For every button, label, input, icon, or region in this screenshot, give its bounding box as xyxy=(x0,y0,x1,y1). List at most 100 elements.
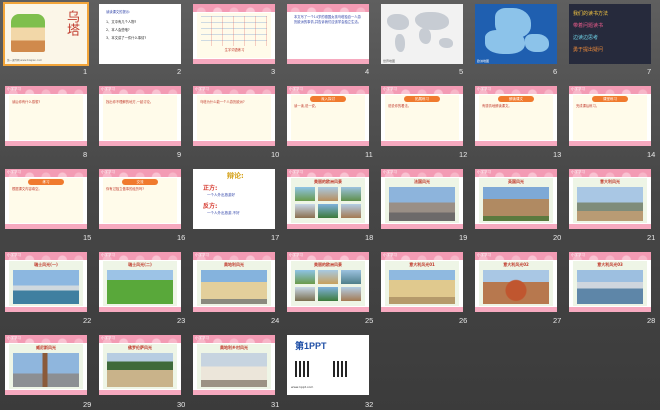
slide-thumbnail[interactable]: 小学学习 课堂练习 完成课后练习。 xyxy=(569,86,651,146)
slide-thumbnail[interactable]: 生字词语练习 xyxy=(193,4,275,64)
slide-tag: 小学学习 xyxy=(195,253,209,257)
landscape-photo xyxy=(483,187,549,221)
slide-number: 18 xyxy=(365,233,374,242)
slide-text: 说说你的看法。 xyxy=(388,104,412,108)
slide-thumbnail[interactable]: 第1PPT www.1ppt.com xyxy=(287,335,369,395)
slide-thumbnail[interactable]: 小学学习 奥地利乡村风光 xyxy=(193,335,275,395)
slide-number: 5 xyxy=(459,67,464,76)
slide-text: 找出你不理解的地方,一起讨论。 xyxy=(106,100,154,104)
slide-thumbnail[interactable]: 我们的读书方法 带着问题读书 边读边思考 勇于提出疑问 xyxy=(569,4,651,64)
slide-line: 带着问题读书 xyxy=(573,23,604,29)
slide-tag: 小学学习 xyxy=(101,253,115,257)
slide-line: 2、本人会些啥? xyxy=(106,28,130,32)
slide-number: 28 xyxy=(647,316,656,325)
slide-thumbnail[interactable]: 小学学习 奥地利风光 xyxy=(193,252,275,312)
landscape-photo xyxy=(577,270,643,304)
boy-illustration xyxy=(11,14,45,52)
slide-thumbnail[interactable]: 小学学习 瑞士风光(二) xyxy=(99,252,181,312)
slide-number: 4 xyxy=(365,67,370,76)
slide-thumbnail[interactable]: 小学学习 意大利风光 xyxy=(569,169,651,229)
slide-line: 我们的读书方法 xyxy=(573,11,609,17)
slide-tag: 小学学习 xyxy=(7,170,21,174)
slide-thumbnail[interactable]: 本文写了一个14岁的德国女孩乌塔独自一人游历欧洲的事情,并告诉我们应该学会独立生… xyxy=(287,4,369,64)
debate-heading: 辩论: xyxy=(227,172,244,180)
slide-button: 深入探讨 xyxy=(310,96,346,102)
slide-tag: 小学学习 xyxy=(289,170,303,174)
slide-button: 朗读课文 xyxy=(498,96,534,102)
slide-title: 意大利风光03 xyxy=(597,262,623,267)
slide-thumbnail[interactable]: 小学学习 读后你有什么感想? xyxy=(5,86,87,146)
slide-thumbnail[interactable]: 小学学习 乌塔为什么能一个人游历欧洲? xyxy=(193,86,275,146)
slide-number: 22 xyxy=(83,316,92,325)
slide-tag: 小学学习 xyxy=(289,87,303,91)
slide-thumbnail[interactable]: 小学学习 练习 根据课文内容填空。 xyxy=(5,169,87,229)
slide-number: 31 xyxy=(271,400,280,409)
slide-thumbnail[interactable]: 辩论: 正方: 一个人外出旅游好 反方: 一个人外出旅游,不好 xyxy=(193,169,275,229)
slide-tag: 小学学习 xyxy=(571,253,585,257)
slide-tag: 小学学习 xyxy=(195,87,209,91)
slide-thumbnail[interactable]: 小学学习 交流 你有过独立做事的经历吗? xyxy=(99,169,181,229)
slide-thumbnail[interactable]: 小学学习 威尼斯风光 xyxy=(5,335,87,395)
slide-number: 3 xyxy=(271,67,276,76)
slide-line: 勇于提出疑问 xyxy=(573,47,604,53)
slide-thumbnail[interactable]: 小学学习 美丽的欧洲风景 xyxy=(287,169,369,229)
slide-text: 根据课文内容填空。 xyxy=(12,187,42,191)
slide-title: 瑞士风光(一) xyxy=(34,262,58,267)
slide-tag: 小学学习 xyxy=(383,87,397,91)
slide-thumbnail[interactable]: 小学学习 意大利风光01 xyxy=(381,252,463,312)
slide-text: 生字词语练习 xyxy=(224,48,245,52)
slide-number: 8 xyxy=(83,150,88,159)
slide-line: 3、本文讲了一件什么事情? xyxy=(106,36,147,40)
landscape-photo xyxy=(389,270,455,304)
landscape-photo xyxy=(201,270,267,304)
slide-thumbnail[interactable]: 小学学习 佛罗伦萨风光 xyxy=(99,335,181,395)
slide-text: 读后你有什么感想? xyxy=(12,100,41,104)
landscape-photo xyxy=(577,187,643,221)
slide-number: 19 xyxy=(459,233,468,242)
landscape-photo xyxy=(107,270,173,304)
slide-text: 有感情地朗读课文。 xyxy=(482,104,512,108)
slide-tag: 小学学习 xyxy=(101,170,115,174)
slide-thumbnail[interactable]: 小学学习 意大利风光03 xyxy=(569,252,651,312)
slide-number: 14 xyxy=(647,150,656,159)
slide-sorter: 乌塔 第一课件网 www.1kejian.com 1 读读课文的提示: 1、文中… xyxy=(0,0,660,410)
slide-number: 16 xyxy=(177,233,186,242)
slide-thumbnail[interactable]: 小学学习 找出你不理解的地方,一起讨论。 xyxy=(99,86,181,146)
slide-thumbnail[interactable]: 世界地图 xyxy=(381,4,463,64)
slide-thumbnail[interactable]: 小学学习 朗读课文 有感情地朗读课文。 xyxy=(475,86,557,146)
slide-thumbnail[interactable]: 读读课文的提示: 1、文中有几个人物? 2、本人会些啥? 3、本文讲了一件什么事… xyxy=(99,4,181,64)
slide-title: 瑞士风光(二) xyxy=(128,262,152,267)
slide-thumbnail[interactable]: 小学学习 深入探讨 读一读,说一说。 xyxy=(287,86,369,146)
slide-number: 11 xyxy=(365,150,373,159)
slide-number: 20 xyxy=(553,233,562,242)
slide-number: 2 xyxy=(177,67,182,76)
slide-tag: 小学学习 xyxy=(477,253,491,257)
slide-thumbnail[interactable]: 欧洲地图 xyxy=(475,4,557,64)
slide-number: 21 xyxy=(647,233,656,242)
slide-tag: 小学学习 xyxy=(195,336,209,340)
slide-thumbnail[interactable]: 小学学习 瑞士风光(一) xyxy=(5,252,87,312)
slide-line: 1、文中有几个人物? xyxy=(106,20,137,24)
slide-thumbnail[interactable]: 小学学习 拓展练习 说说你的看法。 xyxy=(381,86,463,146)
slide-thumbnail[interactable]: 乌塔 第一课件网 www.1kejian.com xyxy=(3,2,89,66)
slide-number: 17 xyxy=(271,233,280,242)
slide-thumbnail[interactable]: 小学学习 意大利风光02 xyxy=(475,252,557,312)
slide-button: 拓展练习 xyxy=(404,96,440,102)
pro-line: 一个人外出旅游好 xyxy=(207,193,235,197)
map-caption: 欧洲地图 xyxy=(477,59,490,63)
slide-number: 1 xyxy=(83,67,88,76)
slide-text: 完成课后练习。 xyxy=(576,104,600,108)
landscape-photo xyxy=(483,270,549,304)
landscape-photo xyxy=(13,353,79,387)
slide-text: 读一读,说一说。 xyxy=(294,104,319,108)
slide-footer: www.1ppt.com xyxy=(291,385,314,389)
slide-tag: 小学学习 xyxy=(289,253,303,257)
qr-code-icon xyxy=(295,361,311,377)
slide-thumbnail[interactable]: 小学学习 英国风光 xyxy=(475,169,557,229)
word-grid xyxy=(201,16,267,46)
brand-logo: 第1PPT xyxy=(295,341,327,351)
slide-number: 13 xyxy=(553,150,562,159)
slide-number: 26 xyxy=(459,316,468,325)
slide-thumbnail[interactable]: 小学学习 法国风光 xyxy=(381,169,463,229)
slide-thumbnail[interactable]: 小学学习 美丽的欧洲风景 xyxy=(287,252,369,312)
